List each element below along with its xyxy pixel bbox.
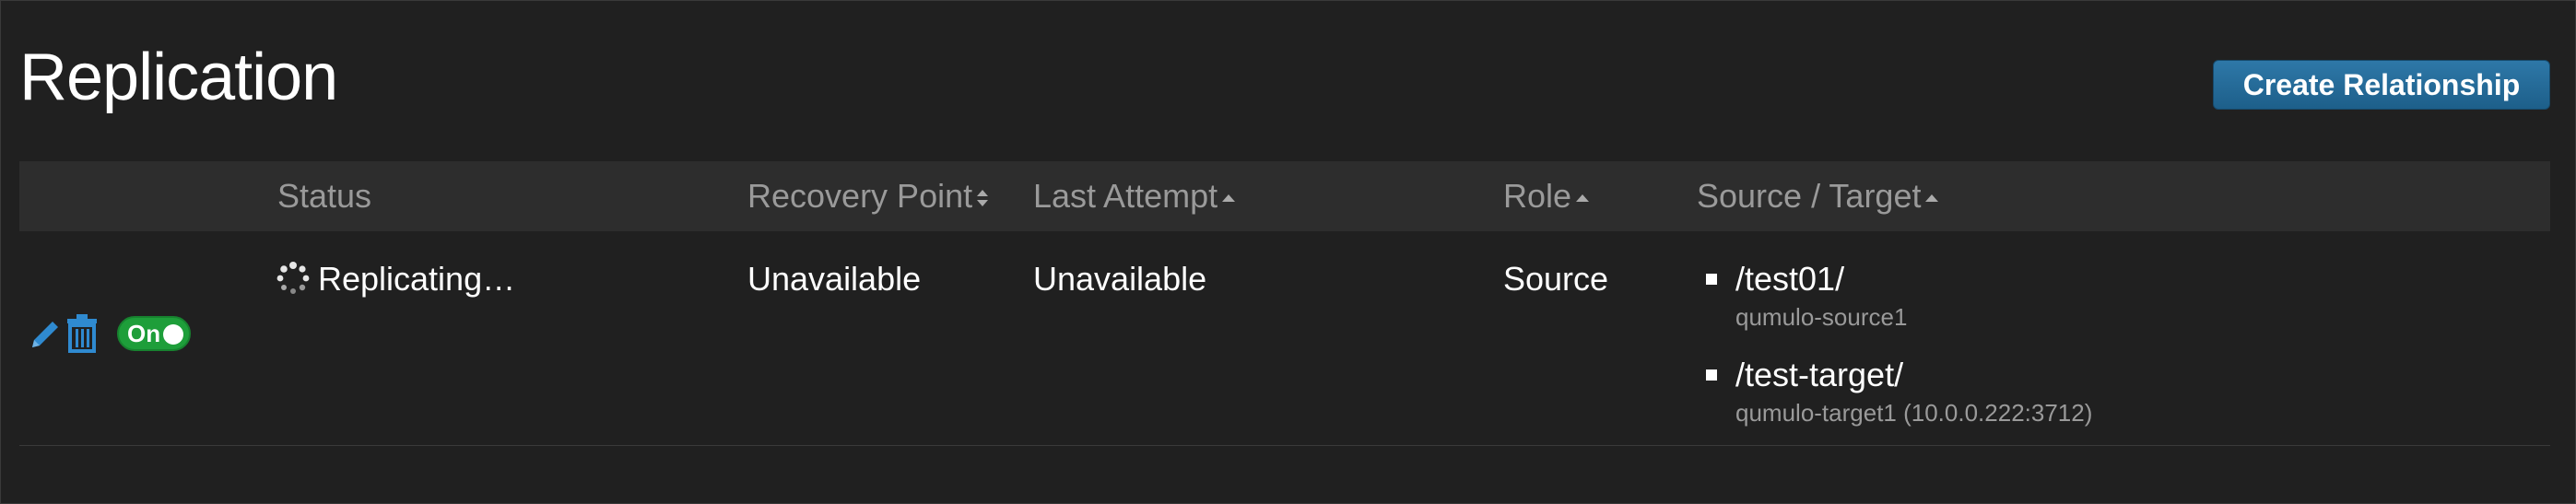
toggle-knob xyxy=(163,324,183,345)
create-relationship-button[interactable]: Create Relationship xyxy=(2213,60,2550,110)
column-header-recovery-point[interactable]: Recovery Point xyxy=(747,161,989,231)
sort-icon xyxy=(977,190,989,207)
column-header-last-attempt[interactable]: Last Attempt xyxy=(1033,161,1236,231)
replication-table: Status Recovery Point Last Attempt Role … xyxy=(19,161,2550,446)
column-header-role[interactable]: Role xyxy=(1503,161,1590,231)
target-path: /test-target/ xyxy=(1735,356,1904,393)
target-host: qumulo-target1 (10.0.0.222:3712) xyxy=(1735,399,2093,427)
source-item: /test01/ qumulo-source1 xyxy=(1697,259,2092,334)
source-target-list: /test01/ qumulo-source1 /test-target/ qu… xyxy=(1697,259,2092,451)
role-cell: Source xyxy=(1503,260,1609,298)
column-label: Role xyxy=(1503,177,1572,215)
status-text: Replicating… xyxy=(318,260,516,298)
source-host: qumulo-source1 xyxy=(1735,303,1908,331)
column-header-source-target[interactable]: Source / Target xyxy=(1697,161,1939,231)
column-label: Source / Target xyxy=(1697,177,1922,215)
sort-icon xyxy=(1222,194,1236,203)
replication-page: Replication Create Relationship Status R… xyxy=(0,0,2576,504)
spinner-icon xyxy=(276,262,310,294)
recovery-point-cell: Unavailable xyxy=(747,260,922,298)
source-path: /test01/ xyxy=(1735,260,1845,298)
target-item: /test-target/ qumulo-target1 (10.0.0.222… xyxy=(1697,355,2092,430)
table-row: On Replicating… Unavailable Unavailable … xyxy=(19,231,2550,446)
toggle-label: On xyxy=(127,320,161,347)
column-label: Last Attempt xyxy=(1033,177,1218,215)
trash-icon[interactable] xyxy=(65,312,99,353)
status-cell: Replicating… xyxy=(276,259,515,299)
column-label: Recovery Point xyxy=(747,177,973,215)
column-label: Status xyxy=(277,177,372,215)
bullet xyxy=(1706,369,1717,381)
column-header-status[interactable]: Status xyxy=(277,161,371,231)
sort-icon xyxy=(1925,194,1939,203)
table-header: Status Recovery Point Last Attempt Role … xyxy=(19,161,2550,231)
bullet xyxy=(1706,274,1717,285)
enabled-toggle[interactable]: On xyxy=(117,316,191,351)
last-attempt-cell: Unavailable xyxy=(1033,260,1207,298)
page-title: Replication xyxy=(19,41,338,114)
pencil-icon[interactable] xyxy=(27,316,64,353)
sort-icon xyxy=(1576,194,1590,203)
